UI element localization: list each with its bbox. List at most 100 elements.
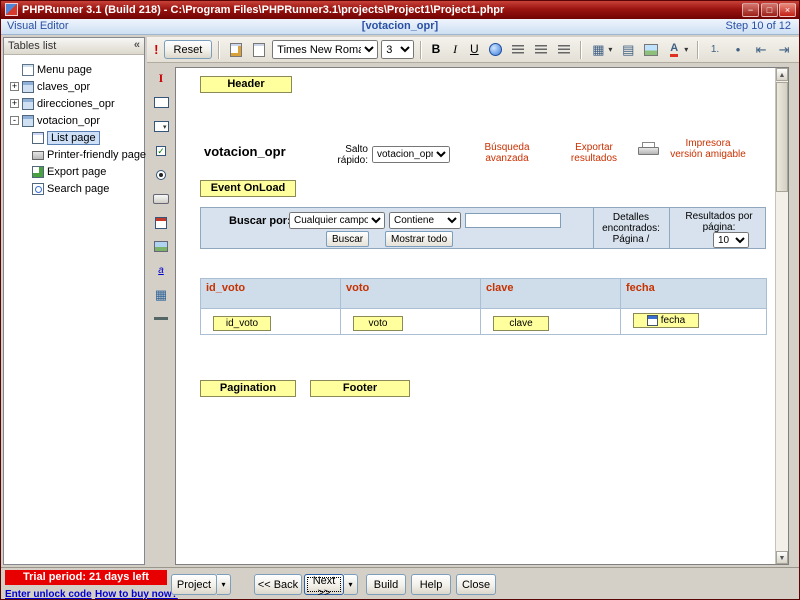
- event-onload-block[interactable]: Event OnLoad: [200, 180, 296, 197]
- insert-radio-icon[interactable]: [153, 167, 170, 182]
- printer-icon[interactable]: [638, 142, 660, 157]
- font-size-select[interactable]: 3: [381, 40, 414, 59]
- cell-borders-icon[interactable]: ▤: [618, 41, 638, 59]
- close-app-button[interactable]: Close: [456, 574, 496, 595]
- sidebar-item-label: direcciones_opr: [37, 98, 115, 110]
- next-button[interactable]: Next >>: [304, 574, 344, 595]
- sidebar-item-export-page[interactable]: Export page: [6, 163, 142, 180]
- field-placeholder-date[interactable]: fecha: [633, 313, 699, 328]
- color-menu-arrow-icon[interactable]: ▾: [684, 45, 691, 54]
- italic-button[interactable]: I: [447, 41, 463, 59]
- sidebar-item-search-page[interactable]: Search page: [6, 180, 142, 197]
- search-condition-select[interactable]: Contiene: [389, 212, 461, 229]
- collapse-node-icon[interactable]: -: [10, 116, 19, 125]
- font-color-icon[interactable]: A: [664, 41, 684, 59]
- column-header[interactable]: fecha: [621, 279, 767, 309]
- quick-jump-label: Salto rápido:: [322, 144, 368, 166]
- next-menu-arrow-icon[interactable]: ▾: [344, 574, 358, 595]
- insert-table-icon[interactable]: ▦: [588, 41, 608, 59]
- numbered-list-icon[interactable]: 1.: [705, 41, 725, 59]
- pagination-block[interactable]: Pagination: [200, 380, 296, 397]
- back-button[interactable]: << Back: [254, 574, 302, 595]
- toolbar-separator: [420, 41, 422, 59]
- show-all-button[interactable]: Mostrar todo: [385, 231, 453, 247]
- insert-edit-box-icon[interactable]: [153, 95, 170, 110]
- sidebar-item-printer-friendly-page[interactable]: Printer-friendly page: [6, 146, 142, 163]
- tables-list-header: Tables list «: [4, 38, 144, 55]
- align-center-icon[interactable]: [531, 41, 551, 59]
- insert-text-icon[interactable]: I: [153, 71, 170, 86]
- outdent-icon[interactable]: ⇤: [751, 41, 771, 59]
- search-button[interactable]: Buscar: [326, 231, 369, 247]
- insert-table-tool-icon[interactable]: ▦: [153, 287, 170, 302]
- underline-button[interactable]: U: [466, 41, 482, 59]
- insert-checkbox-icon[interactable]: ✓: [153, 143, 170, 158]
- insert-image-icon[interactable]: [641, 41, 661, 59]
- page-title[interactable]: votacion_opr: [204, 144, 286, 159]
- search-value-input[interactable]: [465, 213, 561, 228]
- results-per-page-select[interactable]: 10: [713, 232, 749, 248]
- list-page-icon: [32, 132, 44, 144]
- help-button[interactable]: Help: [411, 574, 451, 595]
- toolbar-separator: [580, 41, 582, 59]
- insert-horizontal-rule-icon[interactable]: [153, 311, 170, 326]
- sidebar-item-claves-opr[interactable]: + claves_opr: [6, 78, 142, 95]
- printer-body: [638, 147, 659, 155]
- field-placeholder[interactable]: voto: [353, 316, 403, 331]
- step-indicator: Step 10 of 12: [726, 19, 791, 34]
- scroll-up-icon[interactable]: ▲: [776, 68, 788, 81]
- footer-block[interactable]: Footer: [310, 380, 410, 397]
- preview-page-icon[interactable]: [249, 41, 269, 59]
- hyperlink-icon[interactable]: [485, 41, 505, 59]
- bullet-list-icon[interactable]: •: [728, 41, 748, 59]
- advanced-search-link[interactable]: Búsqueda avanzada: [476, 142, 538, 164]
- align-right-icon[interactable]: [554, 41, 574, 59]
- expand-icon[interactable]: +: [10, 99, 19, 108]
- insert-datepicker-icon[interactable]: [153, 215, 170, 230]
- collapse-panel-icon[interactable]: «: [134, 39, 140, 51]
- edit-html-icon[interactable]: [226, 41, 246, 59]
- build-button[interactable]: Build: [366, 574, 406, 595]
- close-button[interactable]: ×: [779, 3, 796, 17]
- project-button[interactable]: Project: [171, 574, 217, 595]
- sidebar-item-list-page[interactable]: List page: [6, 129, 142, 146]
- column-header[interactable]: id_voto: [201, 279, 341, 309]
- sidebar-item-label: Search page: [47, 183, 109, 195]
- visual-editor-canvas[interactable]: Header votacion_opr Salto rápido: votaci…: [175, 67, 789, 565]
- field-placeholder[interactable]: id_voto: [213, 316, 271, 331]
- field-placeholder[interactable]: clave: [493, 316, 549, 331]
- insert-image-tool-icon[interactable]: [153, 239, 170, 254]
- unlock-code-link[interactable]: Enter unlock code: [5, 589, 92, 600]
- sidebar-item-direcciones-opr[interactable]: + direcciones_opr: [6, 95, 142, 112]
- insert-button-icon[interactable]: [153, 191, 170, 206]
- column-header[interactable]: voto: [341, 279, 481, 309]
- reset-button[interactable]: Reset: [164, 40, 213, 59]
- quick-jump-select[interactable]: votacion_opr: [372, 146, 450, 163]
- table-menu-arrow-icon[interactable]: ▾: [608, 45, 615, 54]
- expand-icon[interactable]: +: [10, 82, 19, 91]
- export-results-link[interactable]: Exportar resultados: [566, 142, 622, 164]
- minimize-button[interactable]: −: [742, 3, 759, 17]
- maximize-button[interactable]: □: [761, 3, 778, 17]
- grid-cell: clave: [481, 309, 621, 335]
- project-menu-arrow-icon[interactable]: ▾: [217, 574, 231, 595]
- scroll-down-icon[interactable]: ▼: [776, 551, 788, 564]
- table-icon: [22, 81, 34, 93]
- canvas-scrollbar[interactable]: ▲ ▼: [775, 68, 788, 564]
- column-header[interactable]: clave: [481, 279, 621, 309]
- buy-now-link[interactable]: How to buy now?: [95, 589, 178, 600]
- sidebar-item-label: Export page: [47, 166, 106, 178]
- tables-list-title: Tables list: [8, 40, 56, 52]
- scrollbar-thumb[interactable]: [776, 82, 788, 192]
- sidebar-item-menu-page[interactable]: Menu page: [6, 61, 142, 78]
- search-field-select[interactable]: Cualquier campo: [289, 212, 385, 229]
- align-left-icon[interactable]: [508, 41, 528, 59]
- header-block[interactable]: Header: [200, 76, 292, 93]
- bold-button[interactable]: B: [428, 41, 444, 59]
- printer-friendly-link[interactable]: Impresora versión amigable: [668, 138, 748, 160]
- indent-icon[interactable]: ⇥: [774, 41, 794, 59]
- font-family-select[interactable]: Times New Roman: [272, 40, 378, 59]
- insert-dropdown-icon[interactable]: ▾: [153, 119, 170, 134]
- sidebar-item-votacion-opr[interactable]: - votacion_opr: [6, 112, 142, 129]
- insert-hyperlink-icon[interactable]: a: [153, 263, 170, 278]
